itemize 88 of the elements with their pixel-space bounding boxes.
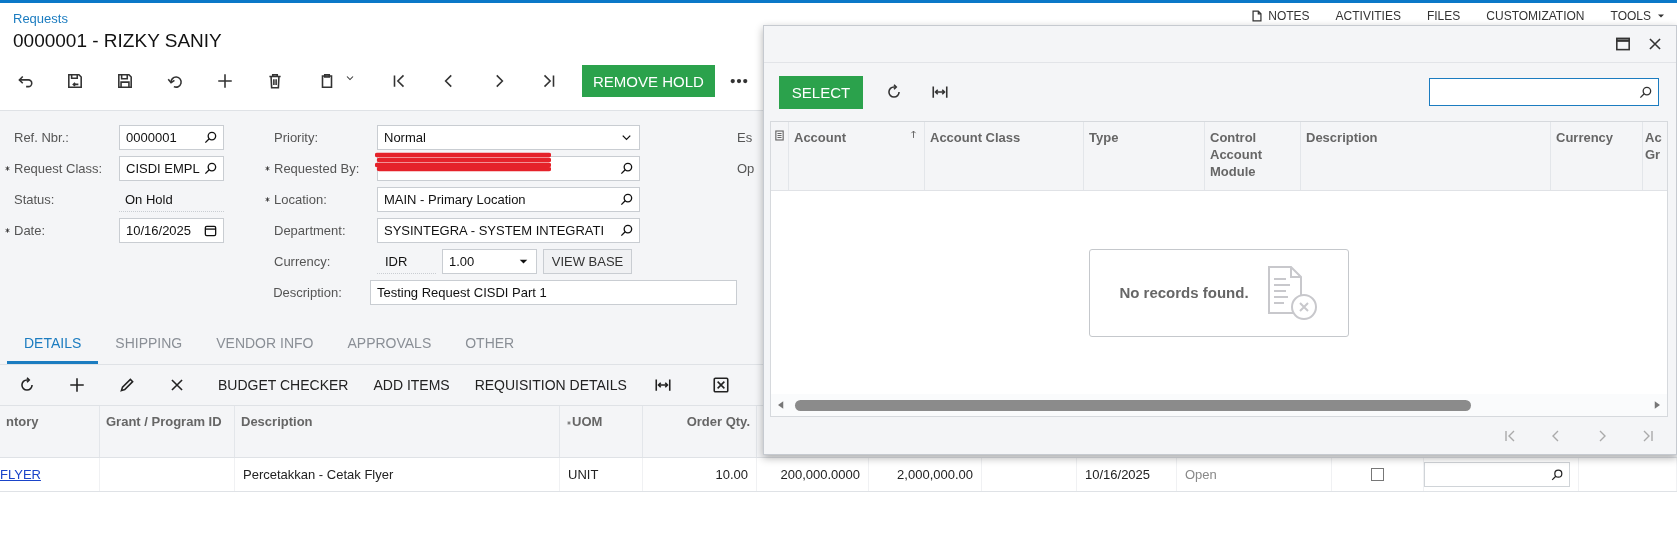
dropdown[interactable]: Normal [377, 125, 640, 150]
checkbox[interactable] [1371, 468, 1384, 481]
note-icon [1250, 9, 1265, 23]
fit-columns-icon[interactable] [931, 83, 949, 101]
field-value: IDR [377, 249, 436, 274]
column-header[interactable]: Description [235, 406, 560, 457]
tab[interactable]: APPROVALS [330, 335, 449, 364]
field-label: Es [737, 130, 753, 145]
search-icon[interactable] [1638, 84, 1653, 100]
column-header[interactable]: Ac Gr [1645, 129, 1667, 163]
toolbar-action[interactable]: ADD ITEMS [373, 377, 450, 393]
excel-icon[interactable] [711, 376, 730, 394]
column-header[interactable]: Account [794, 129, 846, 146]
dropdown[interactable]: 1.00 [442, 249, 537, 274]
search-icon[interactable] [1550, 467, 1564, 482]
refresh-icon[interactable] [18, 376, 36, 394]
select-button[interactable]: SELECT [779, 75, 863, 109]
lookup-field[interactable]: 0000001 [119, 125, 224, 150]
search-icon[interactable] [203, 161, 218, 176]
edit-icon[interactable] [118, 376, 136, 394]
table-cell: 10/16/2025 [1085, 467, 1151, 482]
field-label: Ref. Nbr.: [14, 130, 70, 145]
header-link[interactable]: NOTES [1250, 9, 1310, 23]
search-icon[interactable] [619, 161, 634, 176]
column-header[interactable]: Order Qty. [643, 406, 757, 457]
field-label: Currency: [274, 254, 332, 269]
field-value: On Hold [119, 187, 224, 212]
save-icon[interactable] [116, 72, 134, 90]
tab[interactable]: SHIPPING [98, 335, 200, 364]
field-label: Priority: [274, 130, 320, 145]
fit-columns-icon[interactable] [653, 376, 672, 394]
close-icon[interactable] [1646, 35, 1664, 53]
search-icon[interactable] [619, 192, 634, 207]
column-header[interactable]: Grant / Program ID [100, 406, 235, 457]
column-header[interactable]: Description [1306, 129, 1378, 146]
field-label: Department: [274, 223, 347, 238]
tab[interactable]: OTHER [448, 335, 532, 364]
header-link[interactable]: ACTIVITIES [1335, 9, 1401, 23]
table-cell: 200,000.0000 [780, 467, 860, 482]
column-header[interactable]: Control Account Module [1210, 129, 1295, 180]
add-icon[interactable] [68, 376, 86, 394]
scrollbar[interactable] [771, 394, 1667, 416]
header-link[interactable]: CUSTOMIZATION [1486, 9, 1585, 23]
page-title: 0000001 - RIZKY SANIY [13, 30, 222, 52]
table-cell: UNIT [568, 467, 599, 482]
empty-message: No records found. [1119, 284, 1249, 301]
close-icon[interactable] [168, 376, 186, 394]
search-icon[interactable] [203, 130, 218, 145]
table-cell: Percetakkan - Cetak Flyer [243, 467, 394, 482]
toolbar-action[interactable]: BUDGET CHECKER [218, 377, 349, 393]
view-base-button[interactable]: VIEW BASE [543, 249, 632, 274]
field-label: Op [737, 161, 755, 176]
column-header[interactable]: UOM [560, 406, 643, 457]
remove-hold-button[interactable]: REMOVE HOLD [582, 65, 715, 97]
table-cell: 2,000,000.00 [897, 467, 973, 482]
column-header[interactable]: ntory [0, 406, 100, 457]
breadcrumb-link[interactable]: Requests [13, 11, 68, 26]
date-field[interactable]: 10/16/2025 [119, 218, 224, 243]
calendar-icon[interactable] [203, 223, 218, 238]
column-header[interactable]: Currency [1556, 129, 1614, 146]
field-label: Date: [14, 223, 47, 238]
header-link[interactable]: FILES [1426, 9, 1461, 23]
add-icon[interactable] [216, 72, 234, 90]
toolbar-action[interactable]: REQUISITION DETAILS [474, 377, 627, 393]
column-header[interactable]: Account Class [930, 129, 1021, 146]
lookup-field[interactable] [1424, 462, 1570, 487]
lookup-field[interactable]: CISDI EMPL [119, 156, 224, 181]
lookup-field[interactable]: SYSINTEGRA - SYSTEM INTEGRATI [377, 218, 640, 243]
table-cell: Open [1185, 467, 1217, 482]
field-label: Location: [274, 192, 328, 207]
text-field[interactable]: Testing Request CISDI Part 1 [369, 280, 737, 305]
header-link[interactable]: TOOLS [1610, 9, 1667, 23]
search-field[interactable] [1429, 78, 1659, 106]
item-link[interactable]: FLYER [0, 467, 41, 482]
tab[interactable]: VENDOR INFO [199, 335, 331, 364]
column-header[interactable]: Type [1089, 129, 1119, 146]
delete-icon[interactable] [266, 72, 284, 90]
column-chooser-icon[interactable] [773, 129, 786, 142]
refresh-icon[interactable] [885, 83, 903, 101]
lookup-field[interactable]: MAIN - Primary Location [377, 187, 640, 212]
field-label: Description: [273, 285, 343, 300]
field-label: Requested By: [274, 161, 361, 176]
field-label: Request Class: [14, 161, 104, 176]
search-icon[interactable] [619, 223, 634, 238]
save-close-icon[interactable] [66, 72, 84, 90]
maximize-icon[interactable] [1614, 35, 1632, 53]
field-label: Status: [14, 192, 56, 207]
table-cell: 10.00 [715, 467, 748, 482]
